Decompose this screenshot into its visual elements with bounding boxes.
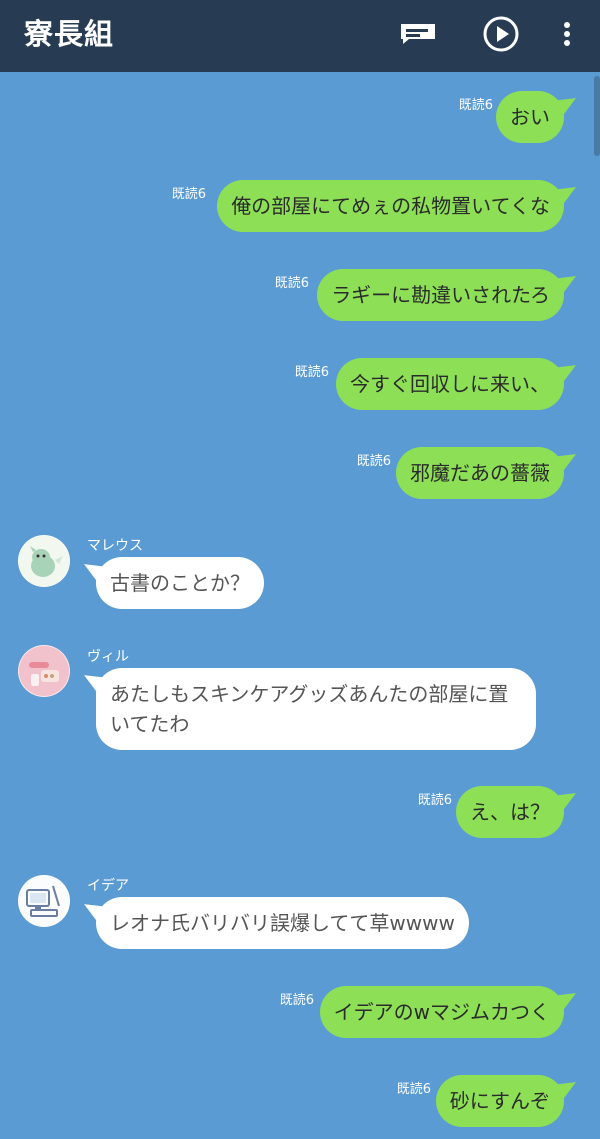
their-message[interactable]: 古書のことか？: [96, 557, 264, 609]
read-receipt: 既読6: [294, 365, 329, 380]
my-message[interactable]: 今すぐ回収しに来い、: [336, 358, 564, 410]
avatar-idia[interactable]: [18, 875, 70, 927]
avatar-vil[interactable]: [18, 645, 70, 697]
more-icon[interactable]: [555, 14, 579, 54]
notes-icon[interactable]: [397, 14, 439, 54]
my-message[interactable]: え、は？: [456, 786, 564, 838]
play-icon[interactable]: [480, 14, 522, 54]
sender-name: イデア: [87, 878, 129, 894]
read-receipt: 既読6: [171, 187, 206, 202]
read-receipt: 既読6: [279, 993, 314, 1008]
sender-name: マレウス: [87, 538, 143, 554]
my-message[interactable]: おい: [496, 91, 564, 143]
read-receipt: 既読6: [458, 98, 493, 113]
my-message[interactable]: イデアのwマジムカつく: [319, 986, 564, 1038]
my-message[interactable]: 俺の部屋にてめぇの私物置いてくな: [217, 180, 564, 232]
avatar-malleus[interactable]: [18, 535, 70, 587]
read-receipt: 既読6: [417, 793, 452, 808]
read-receipt: 既読6: [396, 1082, 431, 1097]
their-message[interactable]: あたしもスキンケアグッズあんたの部屋に置 いてたわ: [96, 668, 536, 750]
their-message[interactable]: レオナ氏バリバリ誤爆してて草wwww: [96, 897, 469, 949]
sender-name: ヴィル: [87, 649, 129, 665]
chat-title: 寮長組: [24, 17, 115, 51]
read-receipt: 既読6: [274, 276, 309, 291]
chat-header: 寮長組: [0, 0, 600, 72]
my-message[interactable]: 砂にすんぞ: [435, 1075, 564, 1127]
read-receipt: 既読6: [356, 454, 391, 469]
my-message[interactable]: 邪魔だあの薔薇: [396, 447, 564, 499]
my-message[interactable]: ラギーに勘違いされたろ: [317, 269, 564, 321]
scrollbar[interactable]: [594, 76, 600, 156]
